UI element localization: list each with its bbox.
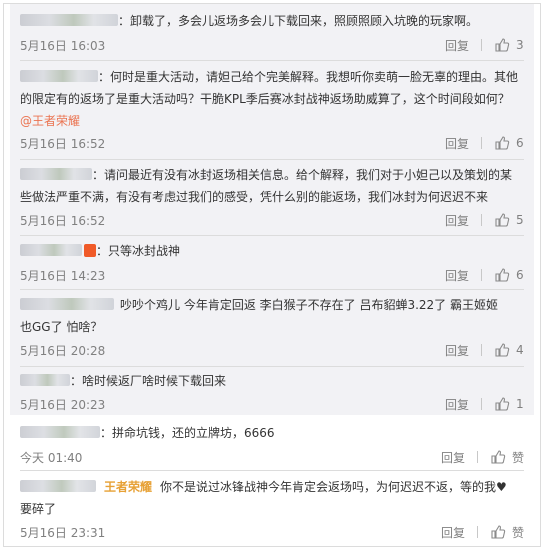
list-item: ：拼命坑钱，还的立牌坊，6666 今天 01:40 回复 赞: [20, 422, 524, 465]
like-count: 1: [516, 397, 524, 411]
comment-meta: 5月16日 20:28 回复 4: [20, 340, 524, 360]
reply-button[interactable]: 回复: [441, 524, 465, 541]
like-count: 6: [516, 136, 524, 150]
comment-text: 你不是说过冰锋战神今年肯定会返场吗，为何迟迟不返，等的我♥: [160, 480, 507, 494]
divider: [481, 137, 482, 149]
divider: [481, 214, 482, 226]
thumbs-up-icon: [491, 525, 506, 539]
mention-link[interactable]: @王者荣耀: [20, 114, 80, 128]
like-button[interactable]: 5: [494, 212, 524, 228]
comment-meta: 今天 01:40 回复 赞: [20, 447, 524, 467]
reply-button[interactable]: 回复: [445, 135, 469, 152]
comment-meta: 5月16日 20:23 回复 1: [20, 394, 524, 414]
divider: [481, 269, 482, 281]
list-item: 吵吵个鸡儿 今年肯定回返 李白猴子不存在了 吕布貂蝉3.22了 霸王姬姬 也GG…: [20, 294, 524, 358]
thumbs-up-icon: [495, 38, 510, 52]
avatar[interactable]: [20, 426, 100, 438]
reply-button[interactable]: 回复: [445, 267, 469, 284]
timestamp: 5月16日 20:23: [20, 398, 106, 412]
comment-meta: 5月16日 16:52 回复 5: [20, 210, 524, 230]
thumbs-up-icon: [495, 268, 510, 282]
like-button[interactable]: 6: [494, 135, 524, 151]
avatar[interactable]: [20, 480, 96, 492]
timestamp: 5月16日 23:31: [20, 526, 106, 540]
like-button[interactable]: 3: [494, 37, 524, 53]
divider: [20, 235, 524, 236]
like-button[interactable]: 1: [494, 396, 524, 412]
like-button[interactable]: 赞: [490, 449, 524, 466]
like-count: 4: [516, 343, 524, 357]
divider: [476, 451, 478, 463]
reply-button[interactable]: 回复: [445, 212, 469, 229]
list-item: ：卸载了，多会儿返场多会儿下载回来，照顾照顾入坑晚的玩家啊。 5月16日 16:…: [20, 10, 524, 53]
comment-text: 些做法严重不满，有没有考虑过我们的感受，凭什么别的能返场，我们冰封为何迟迟不来: [20, 190, 489, 204]
divider: [481, 344, 482, 356]
like-button[interactable]: 4: [494, 342, 524, 358]
avatar[interactable]: [20, 298, 114, 310]
timestamp: 5月16日 16:03: [20, 39, 106, 53]
like-label: 赞: [511, 450, 524, 465]
list-item: ：请问最近有没有冰封返场相关信息。给个解释，我们对于小妲己以及策划的某 些做法严…: [20, 164, 524, 228]
timestamp: 5月16日 16:52: [20, 214, 106, 228]
comment-text: ：何时是重大活动，请妲己给个完美解释。我想听你卖萌一脸无辜的理由。其他: [98, 70, 519, 84]
reply-button[interactable]: 回复: [445, 342, 469, 359]
like-count: 3: [516, 38, 524, 52]
divider: [476, 526, 478, 538]
like-button[interactable]: 赞: [490, 524, 524, 541]
comment-text: 要碎了: [20, 502, 57, 516]
reply-button[interactable]: 回复: [441, 449, 465, 466]
divider: [481, 39, 482, 51]
timestamp: 5月16日 20:28: [20, 344, 106, 358]
reply-button[interactable]: 回复: [445, 396, 469, 413]
comment-meta: 5月16日 16:03 回复 3: [20, 35, 524, 55]
comment-meta: 5月16日 16:52 回复 6: [20, 133, 524, 153]
comment-text: ：只等冰封战神: [96, 244, 181, 258]
comment-text: ：卸载了，多会儿返场多会儿下载回来，照顾照顾入坑晚的玩家啊。: [118, 14, 479, 28]
comment-meta: 5月16日 14:23 回复 6: [20, 265, 524, 285]
vip-badge-icon: [84, 244, 96, 257]
comment-text: ：拼命坑钱，还的立牌坊，6666: [100, 426, 275, 440]
divider: [20, 159, 524, 160]
like-button[interactable]: 6: [494, 267, 524, 283]
thumbs-up-icon: [491, 450, 506, 464]
comment-list: ：拼命坑钱，还的立牌坊，6666 今天 01:40 回复 赞 王者荣耀 你不是说过…: [10, 418, 534, 544]
timestamp: 5月16日 14:23: [20, 269, 106, 283]
like-count: 5: [516, 213, 524, 227]
timestamp: 今天 01:40: [20, 451, 83, 465]
like-count: 6: [516, 268, 524, 282]
thumbs-up-icon: [495, 136, 510, 150]
comment-text: 的限定有的返场了是重大活动吗？干脆KPL季后赛冰封战神返场助威算了，这个时间段如…: [20, 92, 510, 106]
avatar[interactable]: [20, 168, 92, 180]
comment-meta: 5月16日 23:31 回复 赞: [20, 522, 524, 542]
avatar[interactable]: [20, 14, 118, 26]
reply-button[interactable]: 回复: [445, 37, 469, 54]
comment-panel: ：卸载了，多会儿返场多会儿下载回来，照顾照顾入坑晚的玩家啊。 5月16日 16:…: [3, 3, 541, 547]
timestamp: 5月16日 16:52: [20, 137, 106, 151]
list-item: ：啥时候返厂啥时候下载回来 5月16日 20:23 回复 1: [20, 370, 524, 412]
divider: [20, 470, 524, 471]
list-item: 王者荣耀 你不是说过冰锋战神今年肯定会返场吗，为何迟迟不返，等的我♥ 要碎了 5月…: [20, 476, 524, 540]
divider: [20, 289, 524, 290]
avatar[interactable]: [20, 244, 82, 256]
like-label: 赞: [511, 525, 524, 540]
list-item: ：何时是重大活动，请妲己给个完美解释。我想听你卖萌一脸无辜的理由。其他 的限定有…: [20, 66, 524, 151]
avatar[interactable]: [20, 70, 98, 82]
divider: [20, 366, 524, 367]
comment-text: ：啥时候返厂啥时候下载回来: [70, 374, 227, 388]
avatar[interactable]: [20, 374, 70, 386]
comment-text: 也GG了 怕啥？: [20, 320, 103, 334]
divider: [20, 60, 524, 61]
thumbs-up-icon: [495, 343, 510, 357]
list-item: ：只等冰封战神 5月16日 14:23 回复 6: [20, 240, 524, 283]
author-name[interactable]: 王者荣耀: [104, 480, 152, 494]
thumbs-up-icon: [495, 213, 510, 227]
thumbs-up-icon: [495, 397, 510, 411]
comment-text: 吵吵个鸡儿 今年肯定回返 李白猴子不存在了 吕布貂蝉3.22了 霸王姬姬: [120, 298, 498, 312]
divider: [481, 398, 482, 410]
comment-text: ：请问最近有没有冰封返场相关信息。给个解释，我们对于小妲己以及策划的某: [92, 168, 513, 182]
reply-list: ：卸载了，多会儿返场多会儿下载回来，照顾照顾入坑晚的玩家啊。 5月16日 16:…: [10, 4, 534, 415]
